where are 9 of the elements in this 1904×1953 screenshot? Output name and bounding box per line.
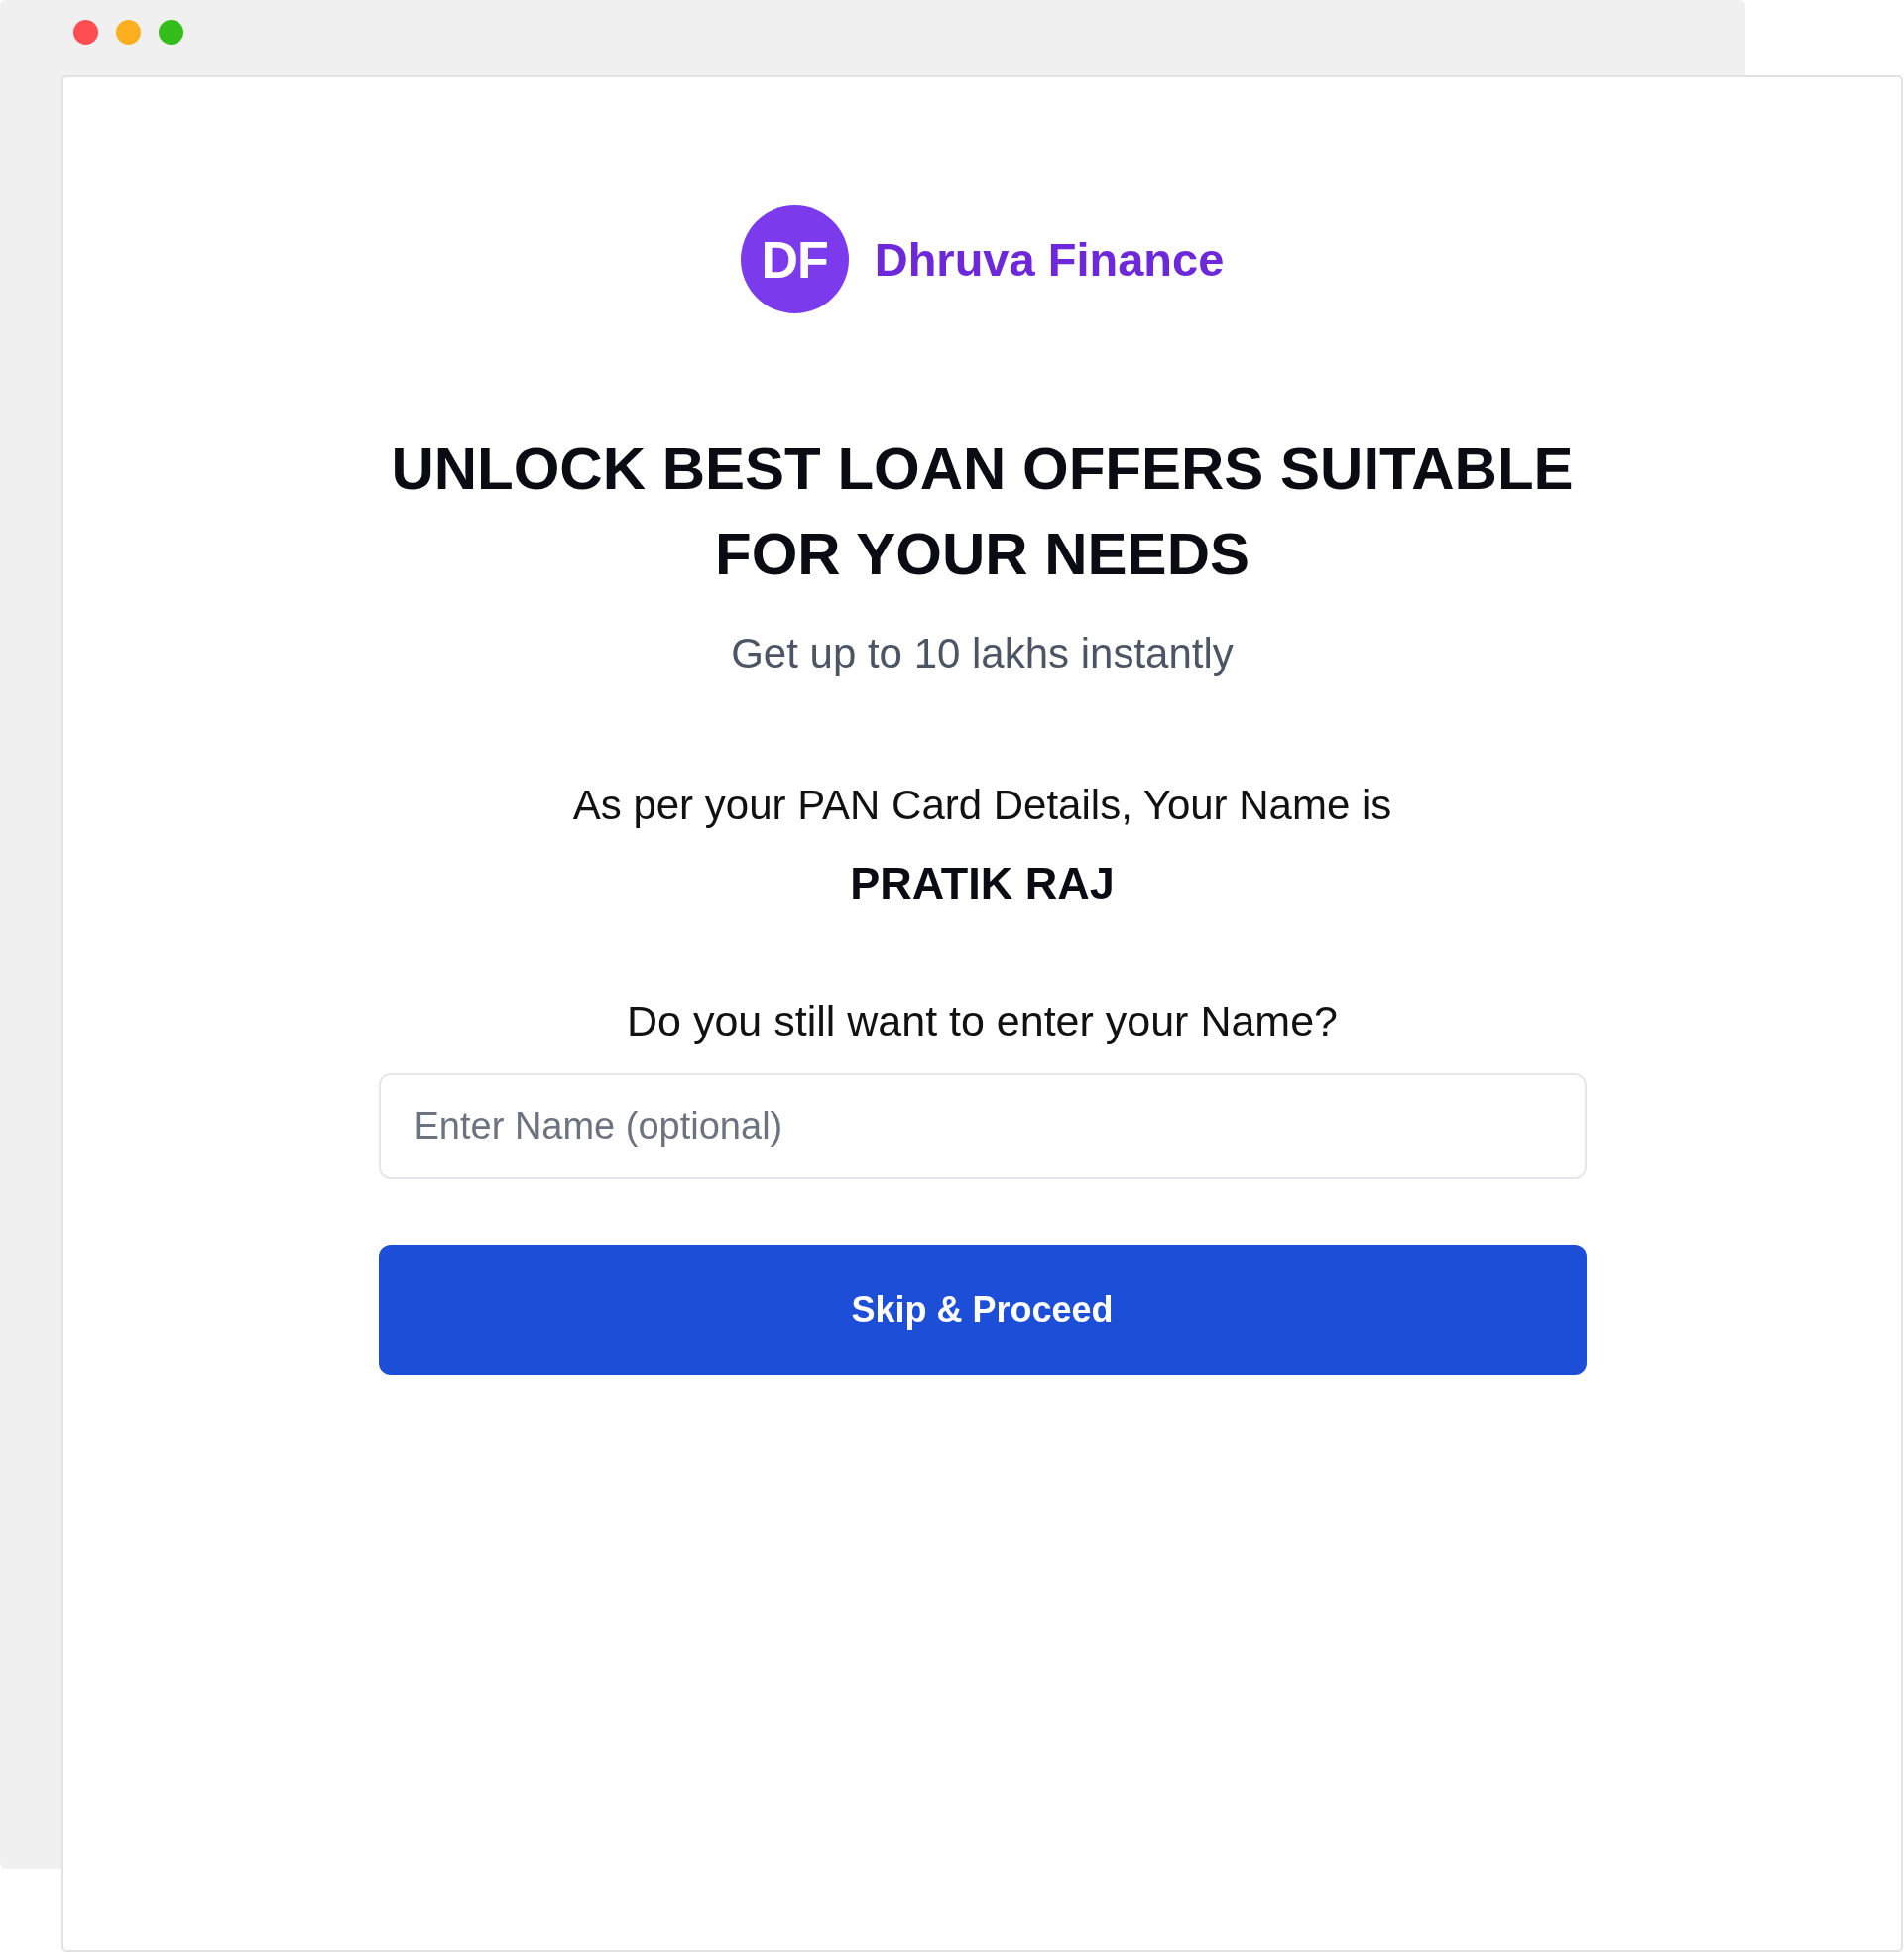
logo-icon: DF: [740, 205, 849, 313]
subtitle: Get up to 10 lakhs instantly: [731, 630, 1234, 677]
pan-name: PRATIK RAJ: [850, 857, 1115, 911]
name-input[interactable]: Enter Name (optional): [378, 1073, 1587, 1179]
skip-proceed-button[interactable]: Skip & Proceed: [378, 1245, 1587, 1375]
brand-name: Dhruva Finance: [874, 231, 1225, 288]
question-text: Do you still want to enter your Name?: [627, 997, 1338, 1044]
pan-notice-text: As per your PAN Card Details, Your Name is: [572, 782, 1392, 829]
page-heading: UNLOCK BEST LOAN OFFERS SUITABLE FOR YOUR NEEDS: [390, 434, 1575, 589]
